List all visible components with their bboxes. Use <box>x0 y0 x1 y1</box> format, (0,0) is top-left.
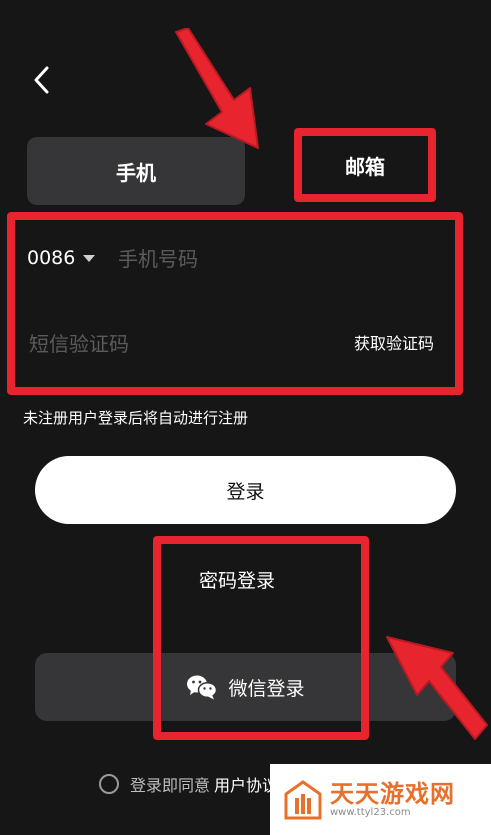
annotation-arrow-top <box>175 28 259 149</box>
country-code-selector[interactable]: 0086 <box>27 244 96 272</box>
watermark: 天天游戏网 www.ttyl23.com <box>270 764 491 835</box>
watermark-text: 天天游戏网 www.ttyl23.com <box>330 781 455 818</box>
get-code-button[interactable]: 获取验证码 <box>354 330 434 354</box>
tab-email-label: 邮箱 <box>345 154 385 179</box>
agreement-prefix: 登录即同意 <box>130 776 211 795</box>
login-button[interactable]: 登录 <box>35 456 456 524</box>
wechat-icon <box>187 675 218 700</box>
user-agreement-link[interactable]: 用户协议 <box>214 772 278 796</box>
password-login-link[interactable]: 密码登录 <box>199 566 275 593</box>
country-code-value: 0086 <box>27 247 76 269</box>
login-button-label: 登录 <box>226 480 265 503</box>
watermark-logo-icon <box>284 779 322 819</box>
watermark-url: www.ttyl23.com <box>330 807 411 818</box>
wechat-login-label: 微信登录 <box>228 677 305 700</box>
back-button[interactable] <box>26 62 58 98</box>
phone-input[interactable] <box>116 240 420 278</box>
agreement-row: 登录即同意 用户协议 <box>99 772 278 796</box>
tab-phone-label: 手机 <box>116 160 156 185</box>
register-notice: 未注册用户登录后将自动进行注册 <box>23 409 249 427</box>
annotation-arrow-bottom <box>386 636 488 740</box>
sms-code-input[interactable] <box>27 325 331 363</box>
caret-down-icon <box>83 254 96 262</box>
watermark-name: 天天游戏网 <box>330 780 455 808</box>
agreement-checkbox[interactable] <box>99 774 119 794</box>
chevron-left-icon <box>34 66 49 94</box>
tab-email[interactable]: 邮箱 <box>296 130 434 200</box>
